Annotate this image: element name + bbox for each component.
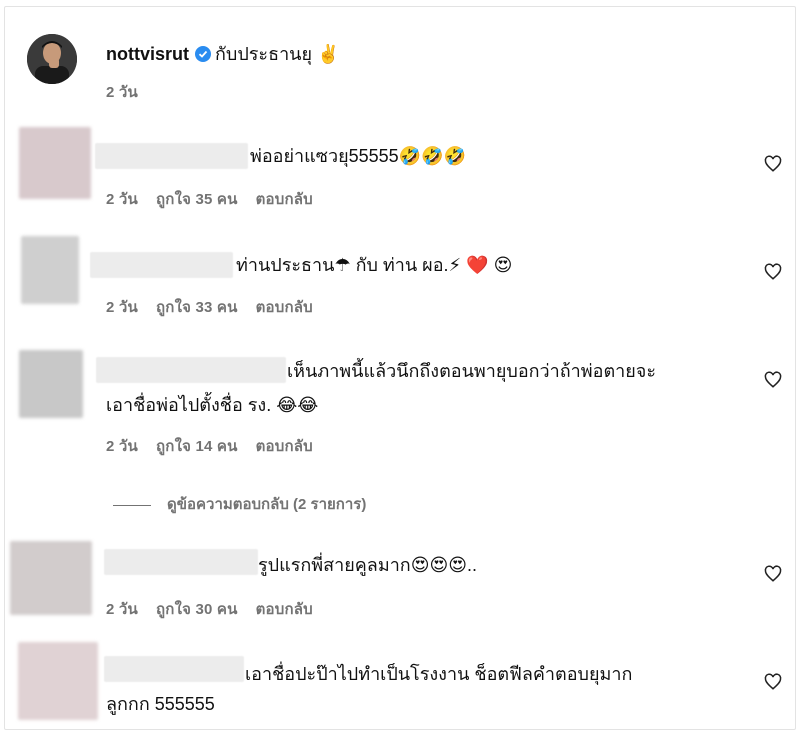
verified-badge-icon (195, 46, 211, 62)
comment-time[interactable]: 2 วัน (106, 601, 138, 618)
comment-text: พ่ออย่าแซวยุ55555🤣🤣🤣 (250, 146, 466, 166)
comment-time[interactable]: 2 วัน (106, 191, 138, 208)
like-heart-icon[interactable] (764, 565, 782, 583)
post-caption: กับประธานยุ ✌️ (215, 44, 340, 64)
comment-username[interactable] (96, 357, 286, 383)
comment-meta: 2 วัน ถูกใจ 14 คน ตอบกลับ (106, 434, 331, 458)
comment-avatar[interactable] (21, 236, 79, 304)
reply-button[interactable]: ตอบกลับ (256, 191, 313, 208)
post-header: nottvisrut กับประธานยุ ✌️ (106, 39, 339, 68)
emoji-group: 🤣🤣🤣 (398, 146, 466, 166)
like-heart-icon[interactable] (764, 673, 782, 691)
view-replies-button[interactable]: ดูข้อความตอบกลับ (2 รายการ) (113, 492, 366, 516)
post-time: 2 วัน (106, 84, 138, 101)
comment-likes[interactable]: ถูกใจ 30 คน (156, 601, 238, 618)
reply-button[interactable]: ตอบกลับ (256, 299, 313, 316)
comment-avatar[interactable] (10, 541, 92, 615)
comment-meta: 2 วัน ถูกใจ 30 คน ตอบกลับ (106, 597, 331, 621)
comment-text-line1: เอาชื่อปะป๊าไปทำเป็นโรงงาน ช็อตฟีลคำตอบย… (245, 664, 633, 684)
like-heart-icon[interactable] (764, 155, 782, 173)
comment-likes[interactable]: ถูกใจ 14 คน (156, 438, 238, 455)
comment-avatar[interactable] (19, 127, 91, 199)
comment-text-line1: เห็นภาพนี้แล้วนึกถึงตอนพายุบอกว่าถ้าพ่อต… (287, 361, 657, 381)
like-heart-icon[interactable] (764, 371, 782, 389)
comment-time[interactable]: 2 วัน (106, 438, 138, 455)
comment-meta: 2 วัน ถูกใจ 35 คน ตอบกลับ (106, 187, 331, 211)
post-author-avatar[interactable] (27, 34, 77, 84)
comment-text-line2: ลูกกก 555555 (106, 694, 215, 714)
comment-username[interactable] (90, 252, 233, 278)
emoji-group: 😂😂 (276, 395, 319, 415)
comment-avatar[interactable] (19, 350, 83, 418)
reply-button[interactable]: ตอบกลับ (256, 438, 313, 455)
comment-meta: 2 วัน ถูกใจ 33 คน ตอบกลับ (106, 295, 331, 319)
reply-button[interactable]: ตอบกลับ (256, 601, 313, 618)
like-heart-icon[interactable] (764, 263, 782, 281)
comment-username[interactable] (104, 549, 258, 575)
comment-text: ท่านประธาน☂ กับ ท่าน ผอ.⚡ ❤️ 😍 (236, 255, 513, 275)
comment-likes[interactable]: ถูกใจ 33 คน (156, 299, 238, 316)
post-username[interactable]: nottvisrut (106, 44, 189, 64)
comment-avatar[interactable] (18, 642, 98, 720)
emoji-group: 😍😍😍 (410, 555, 468, 575)
emoji-group: 😍 (493, 255, 513, 275)
replies-divider-line (113, 504, 151, 506)
comment-username[interactable] (104, 656, 244, 682)
comment-time[interactable]: 2 วัน (106, 299, 138, 316)
comment-likes[interactable]: ถูกใจ 35 คน (156, 191, 238, 208)
comment-username[interactable] (95, 143, 248, 169)
comment-text: รูปแรกพี่สายคูลมาก😍😍😍.. (258, 555, 478, 575)
comment-text-line2: เอาชื่อพ่อไปตั้งชื่อ รง. 😂😂 (106, 395, 319, 415)
